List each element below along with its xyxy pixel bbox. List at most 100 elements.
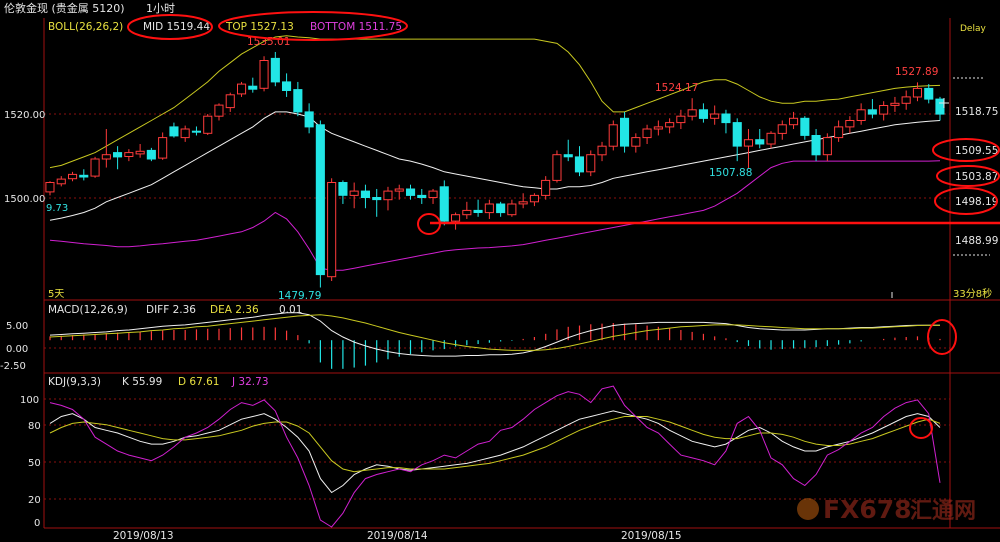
candle-body <box>822 137 832 156</box>
countdown-label: 33分8秒 <box>953 287 992 300</box>
kdj-y-0: 0 <box>34 518 40 529</box>
boll-indicator-label[interactable]: BOLL(26,26,2) <box>48 21 123 33</box>
candle-body <box>372 197 382 201</box>
candle-body <box>304 111 314 128</box>
candle-body <box>529 194 540 203</box>
candle-body <box>631 137 641 147</box>
kdj-d-label: D 67.61 <box>178 376 219 388</box>
candle-body <box>473 209 483 213</box>
trough-label-2: 1507.88 <box>709 167 752 179</box>
candle-body <box>687 109 697 117</box>
candle-body <box>856 109 866 122</box>
candle-body <box>800 117 810 136</box>
candle-body <box>890 102 900 106</box>
candle-body <box>158 137 168 159</box>
candle-body <box>338 182 348 196</box>
candle-body <box>282 81 292 92</box>
peak-label-3: 1527.89 <box>895 66 938 78</box>
macd-y-0: 0.00 <box>6 344 28 355</box>
candle-body <box>552 154 562 181</box>
candle-body <box>135 150 145 155</box>
boll-top-label: TOP 1527.13 <box>225 21 294 33</box>
candle-body <box>811 135 821 156</box>
candle-body <box>789 117 799 126</box>
right-label-mid: 1509.55 <box>955 145 998 157</box>
candle-body <box>484 203 494 214</box>
candle-body <box>237 83 247 95</box>
peak-label-2: 1524.17 <box>655 82 698 94</box>
candle-body <box>101 154 111 160</box>
candle-body <box>676 115 686 124</box>
candle-body <box>924 87 934 100</box>
candle-body <box>563 154 573 158</box>
kdj-k-line <box>49 410 941 494</box>
y-label-1520: 1520.00 <box>4 110 45 121</box>
candle-body <box>462 209 472 216</box>
macd-value-label: 0.01 <box>279 304 302 316</box>
candle-body <box>349 190 359 196</box>
candle-body <box>113 152 123 158</box>
bollinger-lines <box>49 35 941 271</box>
boll-mid-label: MID 1519.44 <box>143 21 210 33</box>
kdj-k-label: K 55.99 <box>122 376 162 388</box>
candle-body <box>225 94 235 109</box>
candle-body <box>935 98 945 115</box>
candle-body <box>608 124 618 147</box>
candle-body <box>180 128 190 139</box>
candle-body <box>417 194 427 198</box>
y-label-1500: 1500.00 <box>4 194 45 205</box>
candle-body <box>169 126 179 137</box>
chart-canvas: BOLL(26,26,2) MID 1519.44 TOP 1527.13 BO… <box>0 11 1000 542</box>
candle-body <box>755 139 765 145</box>
candle-body <box>574 156 585 173</box>
x-label-0813: 2019/08/13 <box>113 530 174 542</box>
candle-body <box>90 158 100 177</box>
panel-frames <box>43 18 1000 529</box>
candle-body <box>146 149 156 160</box>
candlesticks <box>45 51 945 288</box>
macd-indicator-label[interactable]: MACD(12,26,9) <box>48 304 128 316</box>
candle-body <box>743 139 754 147</box>
candle-body <box>541 179 551 196</box>
candle-body <box>597 145 607 156</box>
candle-body <box>203 115 213 134</box>
macd-y-neg: -2.50 <box>0 361 26 372</box>
boll-top-line <box>49 35 941 169</box>
candle-body <box>68 173 78 180</box>
candle-body <box>191 130 201 133</box>
kdj-y-100: 100 <box>20 395 39 406</box>
macd-layer <box>49 312 941 369</box>
candle-body <box>315 124 325 276</box>
candle-body <box>383 190 393 201</box>
candle-body <box>665 122 675 128</box>
right-label-last: 1518.75 <box>955 106 998 118</box>
candle-body <box>439 186 449 222</box>
candle-body <box>360 190 370 199</box>
kdj-y-80: 80 <box>28 421 41 432</box>
candle-body <box>45 182 55 193</box>
left-price-label: 9.73 <box>46 203 68 214</box>
macd-dea-label: DEA 2.36 <box>210 304 259 316</box>
candle-body <box>56 178 66 185</box>
candle-body <box>653 126 663 130</box>
candle-body <box>270 57 280 83</box>
macd-y-5: 5.00 <box>6 321 28 332</box>
circle-macd <box>927 319 957 355</box>
candle-body <box>259 60 269 89</box>
candle-body <box>124 152 134 158</box>
candle-body <box>867 109 877 115</box>
kdj-indicator-label[interactable]: KDJ(9,3,3) <box>48 376 101 388</box>
candle-body <box>507 203 517 216</box>
candle-body <box>293 89 303 113</box>
watermark-logo-icon <box>797 498 819 520</box>
candle-body <box>327 182 337 278</box>
candle-body <box>912 87 923 98</box>
candle-body <box>214 104 224 117</box>
candle-body <box>394 188 404 192</box>
candle-body <box>721 113 731 124</box>
watermark: FX678 汇通网 <box>797 495 976 524</box>
candle-body <box>901 96 911 104</box>
right-label-3: 1498.19 <box>955 196 998 208</box>
candle-body <box>710 113 720 119</box>
candle-body <box>451 214 461 222</box>
